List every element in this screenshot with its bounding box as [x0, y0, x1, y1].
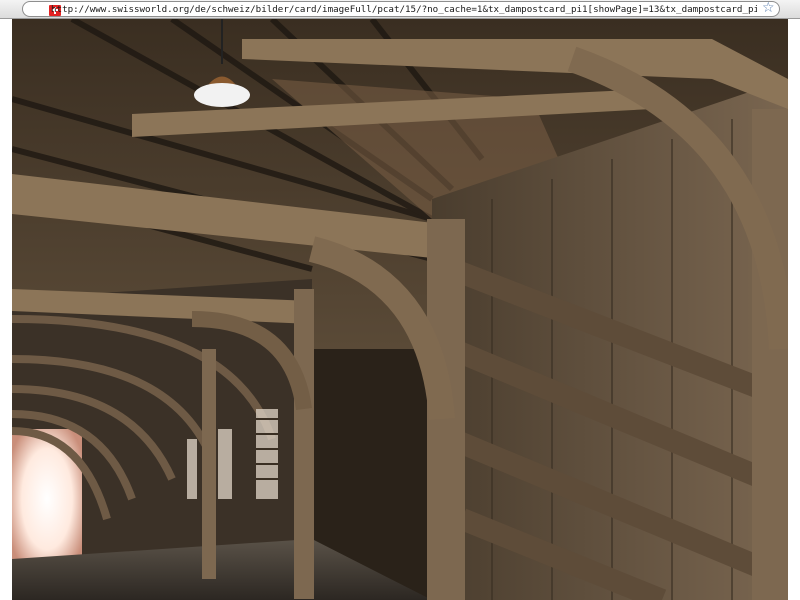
address-bar: http://www.swissworld.org/de/schweiz/bil… — [0, 0, 800, 19]
page-margin-right — [788, 19, 800, 600]
url-field[interactable]: http://www.swissworld.org/de/schweiz/bil… — [22, 1, 780, 17]
url-text[interactable]: http://www.swissworld.org/de/schweiz/bil… — [51, 3, 757, 16]
page-margin-left — [0, 19, 12, 600]
browser-window: http://www.swissworld.org/de/schweiz/bil… — [0, 0, 800, 600]
bridge-photo — [12, 19, 788, 600]
bookmark-star-icon[interactable]: ☆ — [762, 0, 775, 16]
covered-bridge-image — [12, 19, 788, 600]
